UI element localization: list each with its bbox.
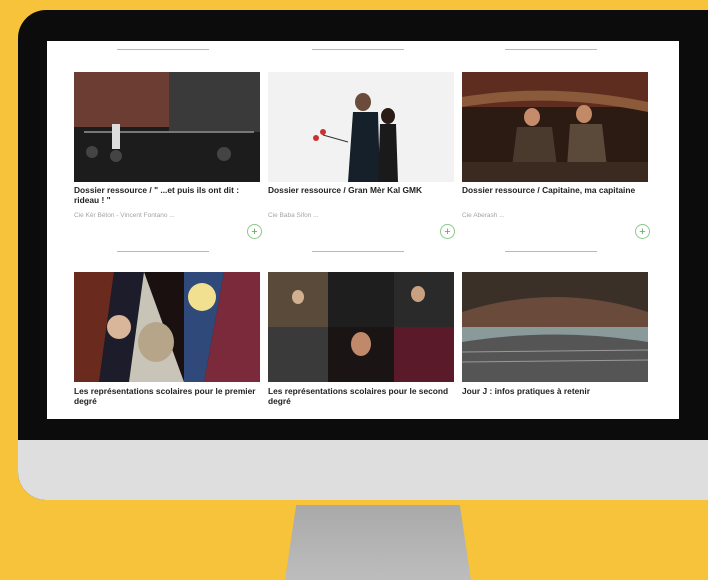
card-accent-line [505, 251, 597, 252]
monitor-stand [285, 505, 471, 580]
card-accent-line [312, 251, 404, 252]
card-6-thumbnail[interactable] [462, 272, 648, 382]
card-5-thumbnail[interactable] [268, 272, 454, 382]
card-accent-line [117, 251, 209, 252]
card-accent-line [505, 49, 597, 50]
amphitheatre-photo-icon [462, 272, 648, 382]
card-1-title[interactable]: Dossier ressource / " ...et puis ils ont… [74, 185, 264, 205]
card-3-title[interactable]: Dossier ressource / Capitaine, ma capita… [462, 185, 652, 195]
card-3-thumbnail[interactable] [462, 72, 648, 182]
monitor-frame: Dossier ressource / " ...et puis ils ont… [18, 10, 708, 500]
card-2-author: Cie Baba Sifon ... [268, 212, 319, 219]
card-2-thumbnail[interactable] [268, 72, 454, 182]
dancers-photo-icon [268, 72, 454, 182]
card-4-thumbnail[interactable] [74, 272, 260, 382]
card-1-plus-button[interactable]: + [247, 224, 262, 239]
collage-photo-icon [74, 272, 260, 382]
card-accent-line [117, 49, 209, 50]
website-screen: Dossier ressource / " ...et puis ils ont… [47, 41, 679, 419]
theatre-collage-photo-icon [268, 272, 454, 382]
card-5-title[interactable]: Les représentations scolaires pour le se… [268, 386, 458, 406]
card-2-plus-button[interactable]: + [440, 224, 455, 239]
card-3-plus-button[interactable]: + [635, 224, 650, 239]
stage-rigging-photo-icon [74, 72, 260, 182]
card-1-thumbnail[interactable] [74, 72, 260, 182]
card-1-author: Cie Kèr Béton - Vincent Fontano ... [74, 212, 175, 219]
card-4-title[interactable]: Les représentations scolaires pour le pr… [74, 386, 264, 406]
card-6-title[interactable]: Jour J : infos pratiques à retenir [462, 386, 652, 396]
card-3-author: Cie Aberash ... [462, 212, 505, 219]
card-2-title[interactable]: Dossier ressource / Gran Mèr Kal GMK [268, 185, 458, 195]
boat-actors-photo-icon [462, 72, 648, 182]
card-accent-line [312, 49, 404, 50]
monitor-chin [18, 440, 708, 500]
